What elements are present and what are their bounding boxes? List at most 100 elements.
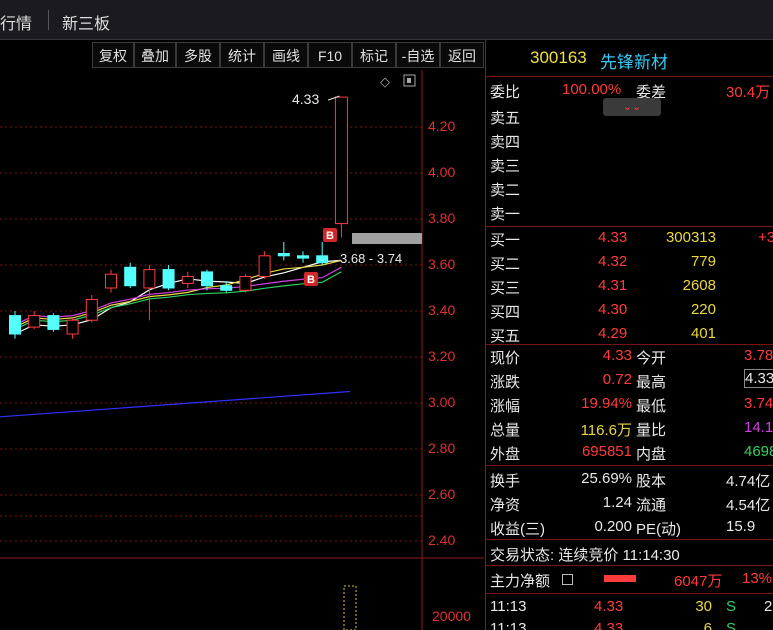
- buy-price: 4.33: [598, 229, 628, 246]
- tick-row: 11:13 4.33 6 S: [486, 617, 773, 630]
- divider: [486, 539, 773, 540]
- stat-row: 外盘 695851内盘 469814: [486, 440, 773, 464]
- statistics-button[interactable]: 统计: [220, 42, 264, 68]
- tick-volume: 30: [695, 598, 712, 615]
- buy-level-label: 买二: [490, 256, 521, 273]
- sell-row: 卖五: [486, 104, 773, 128]
- overlay-button[interactable]: 叠加: [134, 42, 176, 68]
- y-tick-label: 4.20: [428, 118, 456, 134]
- stat-label: 收益(三): [490, 521, 545, 538]
- top-tab-bar: 行情 新三板: [0, 0, 773, 40]
- tick-row: 11:13 4.33 30 S 2: [486, 595, 773, 619]
- main-flow-pct: 13%: [742, 570, 773, 587]
- stat-label: 涨幅: [490, 398, 521, 415]
- y-tick-label: 4.00: [428, 164, 456, 180]
- stat-value: 116.6万: [580, 422, 632, 439]
- stat-row: 涨跌 0.72 最高 4.33: [486, 368, 773, 392]
- diamond-icon[interactable]: ◇: [380, 74, 390, 89]
- draw-line-button[interactable]: 画线: [264, 42, 308, 68]
- stat-label: 股本: [636, 473, 667, 490]
- stat-value: 25.69%: [581, 470, 632, 487]
- buy-volume: 401: [690, 325, 716, 342]
- stat-label: 内盘: [636, 446, 667, 463]
- moving-average-lines: [0, 259, 351, 418]
- sell-level-label: 卖一: [490, 206, 521, 223]
- quote-panel: 300163 先锋新材 委比 100.00% 委差 30.4万 ⌄⌄ 卖五 卖四卖…: [485, 40, 773, 630]
- stat-value: 1.24: [602, 494, 632, 511]
- tab-quotes[interactable]: 行情: [0, 10, 32, 34]
- main-flow-label: 主力净额: [490, 573, 551, 590]
- y-tick-label: 3.60: [428, 256, 456, 272]
- stat-label: 现价: [490, 350, 521, 367]
- remove-watchlist-button[interactable]: -自选: [396, 42, 440, 68]
- stat-value: 3.74: [744, 395, 773, 412]
- ma5-line: [14, 259, 342, 335]
- price-grid: [0, 126, 422, 542]
- candle-body: [66, 319, 79, 335]
- weibi-value: 100.00%: [562, 81, 622, 98]
- tick-price: 4.33: [594, 598, 624, 615]
- stat-label: 流通: [636, 497, 667, 514]
- candle-body: [334, 96, 348, 225]
- ma60-line: [0, 390, 351, 418]
- kline-chart[interactable]: 4.33 3.68 - 3.74 B B ◇ 4.20 4.00 3.80 3.60 3.40…: [0, 70, 484, 630]
- mark-button[interactable]: 标记: [352, 42, 396, 68]
- volume-axis-label: 20000: [432, 608, 471, 624]
- candle-body: [201, 271, 213, 287]
- trade-status-row: 交易状态: 连续竞价 11:14:30: [486, 541, 773, 565]
- buy-level-label: 买五: [490, 328, 521, 345]
- weicha-value: 30.4万: [726, 84, 771, 101]
- tick-side: S: [726, 598, 737, 615]
- buy-row: 买一 4.33 300313 +3: [486, 226, 773, 250]
- multi-stock-button[interactable]: 多股: [176, 42, 220, 68]
- stat-value: 4.33: [602, 347, 632, 364]
- candle-body: [277, 253, 290, 257]
- stat-row: 收益(三) 0.200 PE(动) 15.9: [486, 515, 773, 539]
- stat-row: 换手 25.69% 股本 4.74亿: [486, 467, 773, 491]
- candle-body: [124, 266, 137, 287]
- candle-body: [316, 255, 329, 264]
- candle-body: [181, 276, 194, 284]
- buy-level-label: 买三: [490, 280, 521, 297]
- candle-body: [85, 299, 98, 321]
- stat-label: 量比: [636, 422, 667, 439]
- candle-body: [162, 269, 175, 289]
- stat-label: 外盘: [490, 446, 521, 463]
- y-tick-label: 3.00: [428, 394, 456, 410]
- volume-bar: [343, 585, 357, 630]
- f10-button[interactable]: F10: [308, 42, 352, 68]
- candle-body: [28, 315, 41, 328]
- stat-value: 4.54亿: [726, 497, 771, 514]
- sell-row: 卖三: [486, 152, 773, 176]
- tick-price: 4.33: [594, 620, 624, 630]
- stat-value: 4.74亿: [726, 473, 771, 490]
- stat-label: 换手: [490, 473, 521, 490]
- stat-value: 15.9: [726, 518, 756, 535]
- tick-time: 11:13: [490, 620, 527, 630]
- sell-row: 卖一: [486, 200, 773, 224]
- buy-change: +3: [758, 229, 773, 246]
- main-flow-value: 6047万: [674, 573, 723, 590]
- stock-code: 300163: [530, 48, 587, 67]
- back-button[interactable]: 返回: [440, 42, 484, 68]
- stat-row: 涨幅 19.94% 最低 3.74: [486, 392, 773, 416]
- stat-row: 净资 1.24 流通 4.54亿: [486, 491, 773, 515]
- buy-price: 4.29: [598, 325, 628, 342]
- stat-row: 总量 116.6万量比 14.17: [486, 416, 773, 440]
- list-icon[interactable]: [562, 574, 573, 585]
- y-tick-label: 3.80: [428, 210, 456, 226]
- divider: [486, 593, 773, 594]
- restore-rights-button[interactable]: 复权: [92, 42, 134, 68]
- buy-row: 买五 4.29 401: [486, 322, 773, 346]
- kline-svg: 4.33 3.68 - 3.74 B B ◇: [0, 70, 484, 630]
- tick-count: 2: [764, 598, 773, 615]
- tab-new-third-board[interactable]: 新三板: [62, 10, 110, 34]
- stock-header: 300163 先锋新材: [486, 40, 773, 76]
- candle-body: [297, 255, 309, 259]
- y-tick-label: 2.60: [428, 486, 456, 502]
- stat-label: 净资: [490, 497, 521, 514]
- divider: [486, 565, 773, 566]
- buy-marker-label: B: [326, 230, 334, 242]
- candle-body: [258, 255, 271, 278]
- buy-price: 4.31: [598, 277, 628, 294]
